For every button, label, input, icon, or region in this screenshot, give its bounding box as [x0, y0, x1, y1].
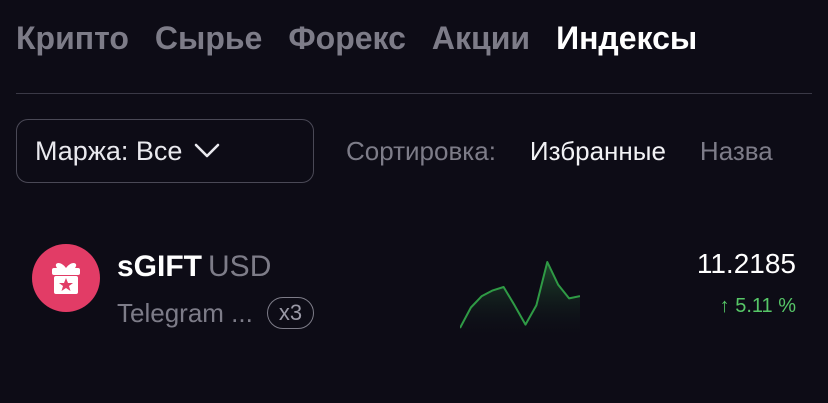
- sort-option-favorites[interactable]: Избранные: [530, 136, 666, 167]
- asset-symbol-line: sGIFT USD: [117, 250, 271, 284]
- asset-price: 11.2185: [696, 248, 796, 279]
- tab-indices[interactable]: Индексы: [556, 18, 697, 58]
- price-sparkline: [460, 261, 580, 340]
- margin-filter-dropdown[interactable]: Маржа: Все: [16, 119, 314, 183]
- asset-symbol: sGIFT: [117, 250, 203, 283]
- category-tabs: Крипто Сырье Форекс Акции Индексы: [16, 18, 723, 58]
- tab-crypto[interactable]: Крипто: [16, 18, 129, 58]
- asset-name: Telegram ...: [117, 297, 253, 328]
- price-change: ↑ 5.11 %: [720, 295, 796, 318]
- tab-commodities[interactable]: Сырье: [155, 18, 262, 58]
- chevron-down-icon: [194, 138, 220, 164]
- price-change-value: 5.11 %: [735, 295, 796, 317]
- tabs-divider: [16, 93, 812, 94]
- leverage-badge: x3: [266, 297, 315, 329]
- asset-subtitle: Telegram ... x3: [117, 297, 315, 329]
- margin-filter-label: Маржа: Все: [35, 135, 183, 166]
- sort-label: Сортировка:: [346, 135, 496, 166]
- asset-quote-currency: USD: [208, 250, 272, 283]
- filter-row: Маржа: Все Сортировка: Избранные Назва: [16, 119, 828, 183]
- tab-forex[interactable]: Форекс: [288, 18, 406, 58]
- tab-stocks[interactable]: Акции: [432, 18, 530, 58]
- asset-row[interactable]: sGIFT USD Telegram ... x3 11.2185 ↑ 5.11 …: [16, 240, 796, 340]
- sort-option-name[interactable]: Назва: [700, 136, 773, 167]
- gift-icon: [32, 244, 100, 312]
- markets-screen: Крипто Сырье Форекс Акции Индексы Маржа:…: [0, 0, 828, 403]
- arrow-up-icon: ↑: [719, 295, 730, 317]
